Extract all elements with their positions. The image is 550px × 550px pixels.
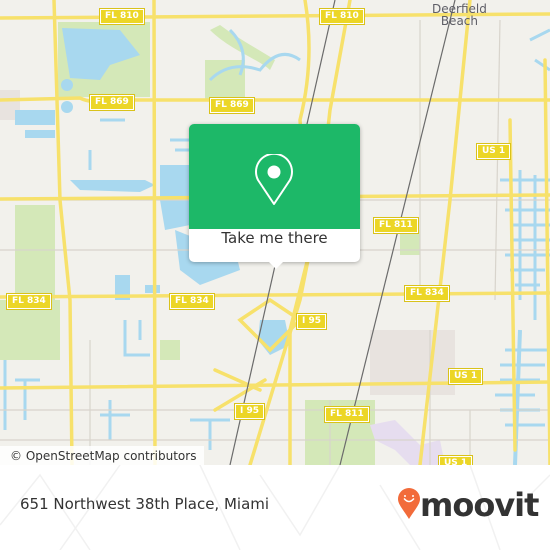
address-text: 651 Northwest 38th Place, Miami (20, 495, 270, 513)
canal (3, 360, 40, 430)
road-fl-869 (0, 96, 550, 103)
water-body (145, 285, 160, 293)
road-shield: I 95 (233, 403, 266, 420)
road-fl-834 (0, 291, 550, 299)
road-shield: FL 811 (324, 406, 370, 423)
road-shield: FL 810 (99, 8, 145, 25)
road (543, 58, 550, 465)
canal (529, 28, 550, 72)
location-popup: Take me there (189, 124, 360, 269)
moovit-wordmark: moovit (420, 486, 539, 524)
road-shield: FL 834 (169, 293, 215, 310)
canal (88, 118, 125, 170)
map-view[interactable]: FL 810 FL 810 FL 869 FL 869 FL 811 US 1 … (0, 0, 550, 465)
park-area (400, 230, 420, 255)
road-shield: FL 869 (89, 94, 135, 111)
road-us-1 (418, 0, 472, 465)
place-label-line2: Beach (440, 14, 478, 28)
road-shield: FL 834 (6, 293, 52, 310)
airport-area (370, 420, 445, 465)
road (152, 0, 157, 465)
canal (123, 320, 150, 357)
moovit-pin-icon (398, 488, 420, 519)
water-body (15, 110, 55, 125)
road (508, 118, 517, 452)
popup-pointer (268, 261, 284, 269)
map-pin-icon (255, 154, 293, 205)
map-attribution[interactable]: © OpenStreetMap contributors (0, 446, 205, 465)
water-body (61, 79, 73, 91)
park-area (0, 300, 60, 360)
water-body (70, 180, 155, 192)
popup-header (189, 124, 360, 229)
canal (495, 348, 550, 427)
water-body (25, 130, 55, 138)
road-shield: I 95 (295, 313, 328, 330)
road-shield: FL 869 (209, 97, 255, 114)
road-shield: US 1 (437, 455, 474, 465)
road-shield: FL 810 (319, 8, 365, 25)
water-body (61, 101, 73, 113)
road-shield: FL 834 (404, 285, 450, 302)
park-area (160, 340, 180, 360)
footer-bar: 651 Northwest 38th Place, Miami moovit (0, 465, 550, 550)
canal (518, 170, 537, 320)
road-shield: FL 811 (373, 217, 419, 234)
minor-road (494, 19, 501, 301)
road-shield: US 1 (475, 143, 512, 160)
place-label: Deerfield Beach (432, 3, 487, 27)
take-me-there-button[interactable]: Take me there (189, 229, 360, 262)
road-shield: US 1 (447, 368, 484, 385)
canal (100, 400, 130, 440)
